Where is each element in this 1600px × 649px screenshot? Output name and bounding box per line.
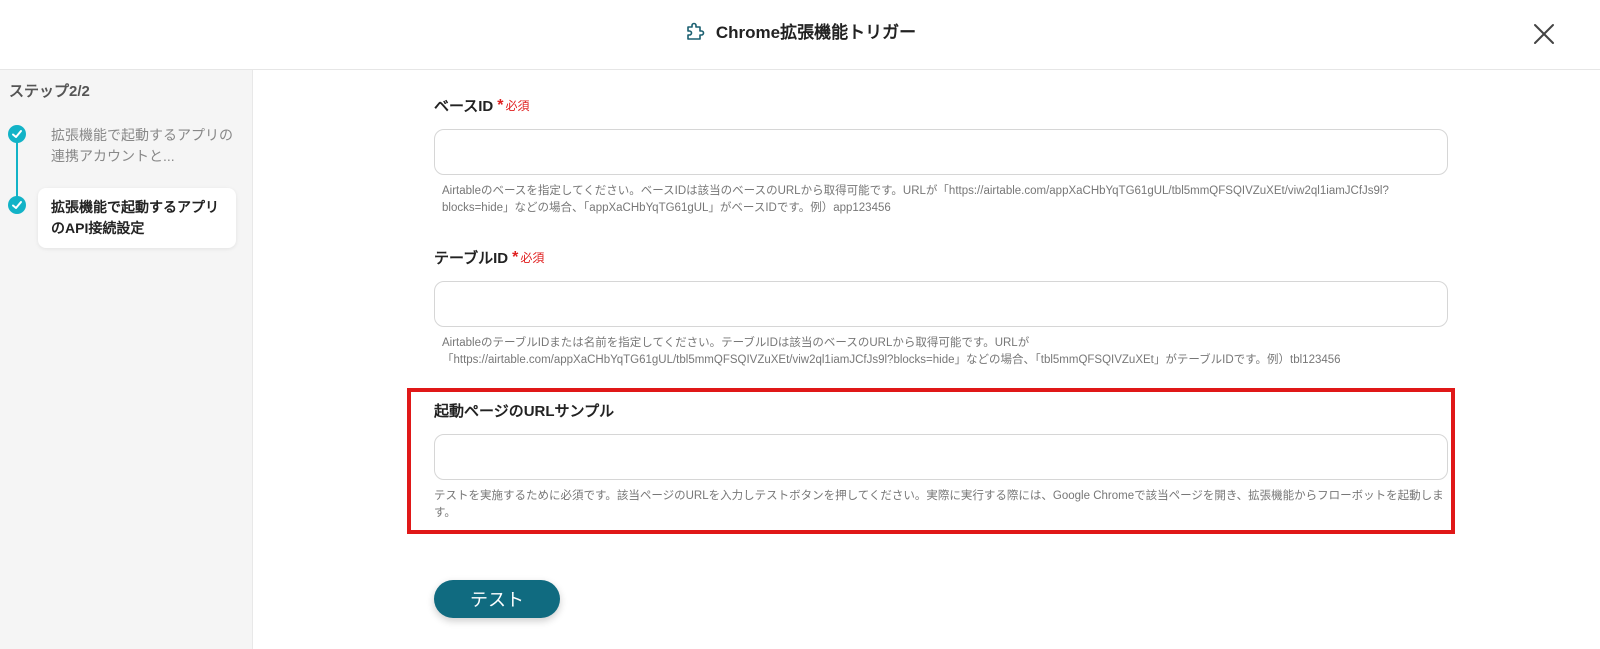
step-item-api-settings[interactable]: 拡張機能で起動するアプリのAPI接続設定 [38, 188, 236, 248]
base-id-label-text: ベースID [434, 98, 494, 115]
url-sample-field: 起動ページのURLサンプル テストを実施するために必須です。該当ページのURLを… [434, 400, 1448, 522]
base-id-label: ベースID * 必須 [434, 95, 1448, 116]
check-icon [8, 125, 26, 143]
required-star: * [497, 96, 504, 114]
base-id-input[interactable] [434, 129, 1448, 175]
required-badge: 必須 [505, 99, 530, 113]
url-sample-input[interactable] [434, 434, 1448, 480]
test-button[interactable]: テスト [434, 580, 560, 618]
base-id-field: ベースID * 必須 Airtableのベースを指定してください。ベースIDは該… [434, 95, 1448, 217]
base-id-help: Airtableのベースを指定してください。ベースIDは該当のベースのURLから… [442, 185, 1389, 214]
url-sample-label: 起動ページのURLサンプル [434, 403, 615, 420]
url-sample-help: テストを実施するために必須です。該当ページのURLを入力しテストボタンを押してく… [434, 490, 1444, 519]
table-id-label: テーブルID * 必須 [434, 247, 1448, 268]
puzzle-icon [684, 19, 708, 43]
form-panel: ベースID * 必須 Airtableのベースを指定してください。ベースIDは該… [253, 70, 1600, 649]
close-icon[interactable] [1528, 18, 1560, 50]
table-id-field: テーブルID * 必須 AirtableのテーブルIDまたは名前を指定してくださ… [434, 247, 1448, 369]
step-item-accounts[interactable]: 拡張機能で起動するアプリの連携アカウントと... [38, 125, 236, 167]
table-id-help: AirtableのテーブルIDまたは名前を指定してください。テーブルIDは該当の… [442, 337, 1341, 366]
modal-title-text: Chrome拡張機能トリガー [715, 23, 917, 42]
table-id-label-text: テーブルID [434, 250, 509, 267]
required-badge: 必須 [520, 251, 545, 265]
modal-title: Chrome拡張機能トリガー [0, 18, 1600, 43]
modal-header: Chrome拡張機能トリガー [0, 0, 1600, 70]
check-icon [8, 196, 26, 214]
table-id-input[interactable] [434, 281, 1448, 327]
required-star: * [512, 248, 519, 266]
step-count: ステップ2/2 [9, 83, 90, 100]
step-sidebar: ステップ2/2 拡張機能で起動するアプリの連携アカウントと... 拡張機能で起動… [0, 70, 253, 649]
